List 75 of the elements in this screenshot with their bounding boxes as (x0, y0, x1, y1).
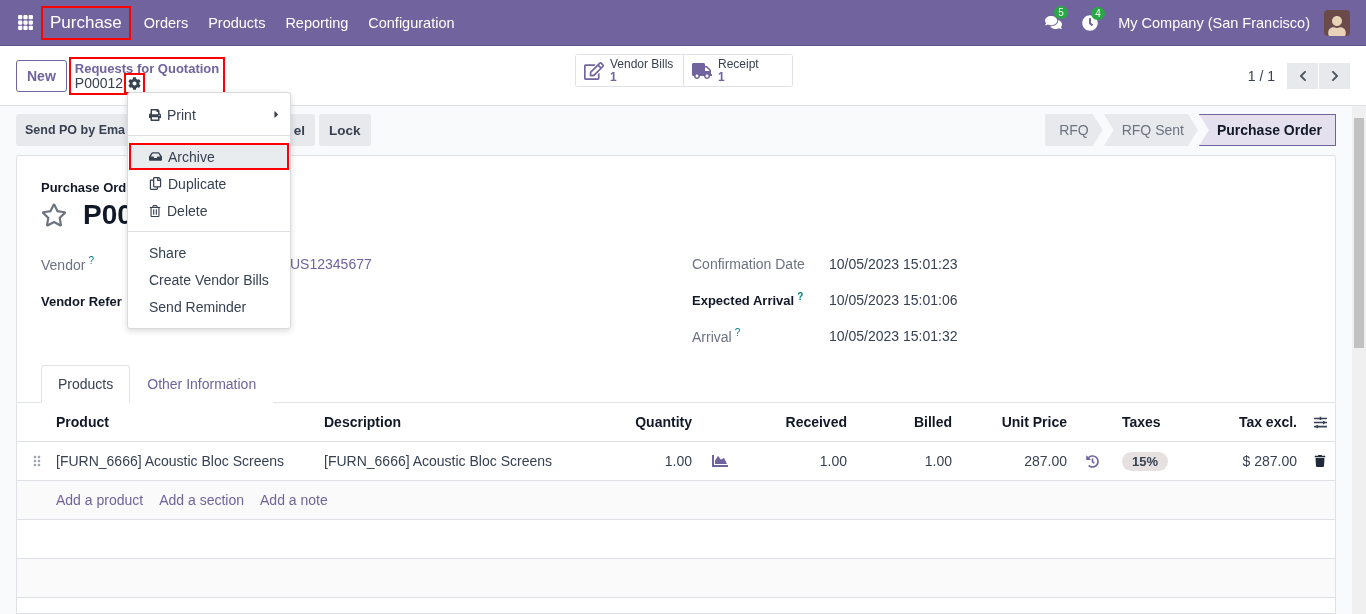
table-cell-text: 1.00 (818, 453, 848, 469)
copy-icon (149, 177, 162, 190)
record-name: P00012 (74, 75, 124, 91)
printer-icon (149, 108, 161, 121)
table-cell-text: $ 287.00 (1241, 453, 1298, 469)
menu-item[interactable]: Share (128, 239, 290, 266)
nav-menu-item[interactable]: Reporting (275, 14, 359, 31)
table-cell-text: [FURN_6666] Acoustic Bloc Screens (324, 453, 553, 469)
field-value: 10/05/2023 15:01:32 (829, 328, 959, 344)
column-header[interactable]: Description (324, 414, 600, 430)
action-button[interactable]: Lock (319, 114, 371, 146)
next-button[interactable] (1319, 62, 1350, 89)
status-stage[interactable]: RFQ Sent (1103, 114, 1198, 146)
table-cell-text: 1.00 (663, 453, 693, 469)
scrollbar[interactable] (1352, 106, 1366, 614)
menu-item[interactable]: Send Reminder (128, 293, 290, 320)
field-label: Vendor $^{?}$ (41, 255, 94, 273)
menu-item[interactable]: Duplicate (128, 170, 290, 197)
add-line-link[interactable]: Add a note (260, 492, 328, 508)
nav-menu-item[interactable]: Products (198, 14, 276, 31)
pager-counter: 1 / 1 (1247, 67, 1275, 84)
company-switcher[interactable]: My Company (San Francisco) (1118, 14, 1310, 31)
table-cell-text: 287.00 (1023, 453, 1068, 469)
new-button[interactable]: New (16, 59, 67, 92)
field-value: 10/05/2023 15:01:23 (829, 256, 959, 272)
smart-button-label: Vendor Bills (610, 57, 674, 71)
column-header[interactable]: Product (56, 414, 324, 430)
add-line-link[interactable]: Add a section (159, 492, 244, 508)
table-cell-text: 1.00 (923, 453, 953, 469)
smart-button-count: 1 (718, 70, 725, 84)
column-options-icon[interactable] (1313, 415, 1327, 429)
nav-menu-item[interactable]: Configuration (358, 14, 465, 31)
app-name[interactable]: Purchase (44, 8, 128, 37)
activity-count-badge: 4 (1091, 6, 1105, 20)
field-label: Arrival $^{?}$ (692, 327, 741, 345)
smart-button[interactable]: Vendor Bills 1 (576, 55, 684, 86)
menu-item[interactable]: Create Vendor Bills (128, 266, 290, 293)
column-header[interactable]: Billed (855, 414, 960, 430)
breadcrumb-link[interactable]: Requests for Quotation (74, 60, 220, 76)
smart-button-count: 1 (610, 70, 618, 84)
tab[interactable]: Products (41, 365, 131, 403)
field-value: 10/05/2023 15:01:06 (829, 292, 959, 308)
field-label: Expected Arrival $^{?}$ (692, 291, 804, 309)
status-stage[interactable]: Purchase Order (1198, 114, 1336, 146)
menu-item[interactable]: Archive (129, 143, 289, 170)
chat-icon[interactable] (1045, 14, 1063, 31)
area-chart-icon[interactable] (712, 453, 728, 469)
history-icon[interactable] (1086, 454, 1099, 468)
column-header[interactable]: Unit Price (960, 414, 1075, 430)
message-count-badge: 5 (1054, 6, 1068, 19)
edit-icon (584, 60, 604, 81)
column-header[interactable]: Quantity (600, 414, 700, 430)
field-label: Vendor Refer (41, 293, 122, 309)
nav-menu-item[interactable]: Orders (133, 14, 199, 31)
smart-button-label: Receipt (718, 57, 759, 71)
status-stage[interactable]: RFQ (1045, 114, 1103, 146)
trash-icon (149, 204, 161, 217)
field-label: Confirmation Date (692, 256, 805, 272)
apps-menu-icon[interactable] (17, 14, 34, 31)
star-icon[interactable] (41, 202, 67, 228)
settings-icon[interactable] (127, 75, 143, 91)
column-header[interactable]: Received (740, 414, 855, 430)
add-line-link[interactable]: Add a product (56, 492, 144, 508)
table-cell-text: [FURN_6666] Acoustic Bloc Screens (56, 453, 285, 469)
menu-item[interactable]: Delete (128, 197, 290, 224)
tax-tag: 15% (1122, 452, 1169, 471)
previous-button[interactable] (1287, 62, 1318, 89)
user-avatar[interactable] (1324, 9, 1350, 36)
column-header[interactable]: Taxes (1110, 414, 1200, 430)
column-header[interactable]: Tax excl. (1200, 414, 1305, 430)
field-value[interactable]: US12345677 (290, 256, 692, 272)
inbox-icon (149, 150, 162, 163)
form-title-label: Purchase Ord (41, 180, 127, 195)
truck-icon (692, 60, 712, 81)
trash-icon[interactable] (1314, 455, 1326, 467)
